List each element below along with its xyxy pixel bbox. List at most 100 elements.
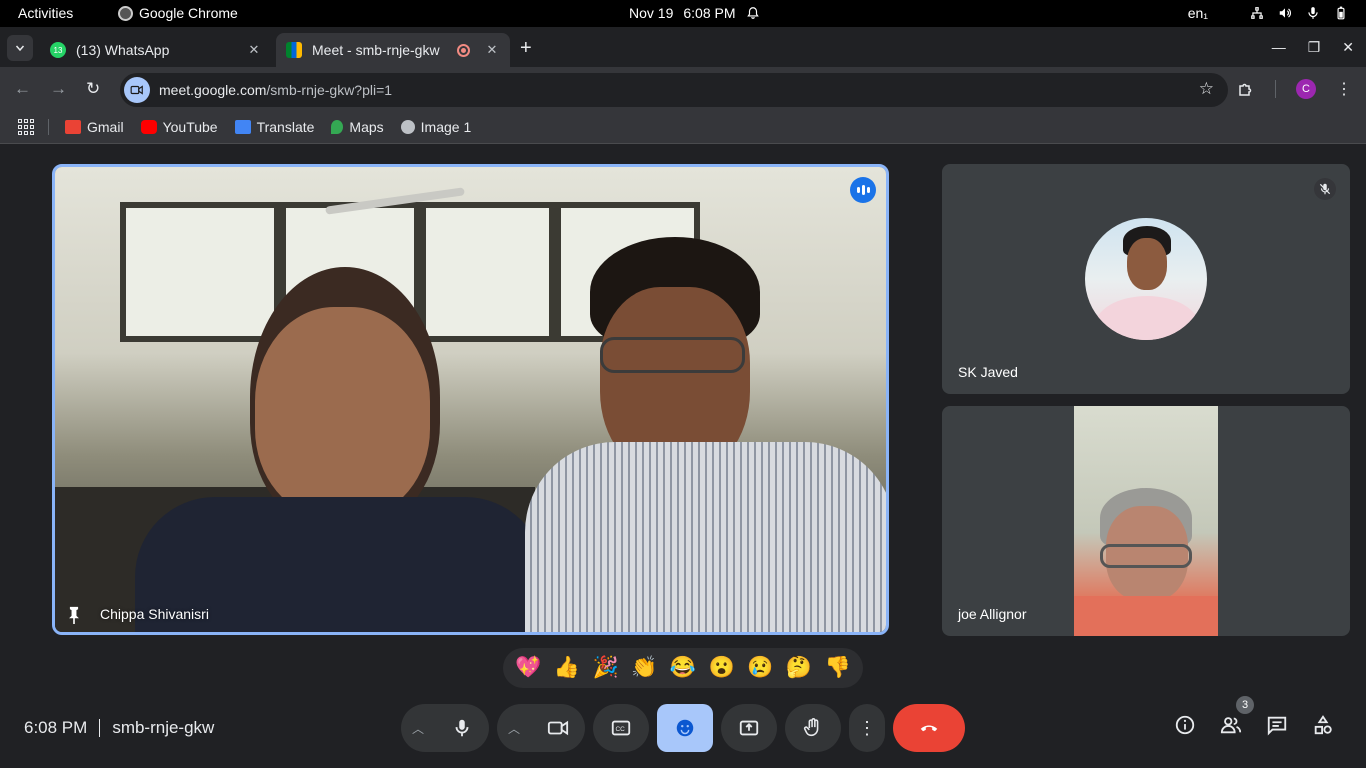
reaction-party-popper[interactable]: 🎉	[592, 656, 620, 680]
system-tray[interactable]: en₁	[1188, 5, 1348, 21]
minimize-icon[interactable]: —	[1272, 39, 1286, 56]
captions-button[interactable]: CC	[593, 704, 649, 752]
side-panel-controls	[1174, 714, 1334, 736]
volume-icon	[1279, 8, 1291, 18]
bookmark-star-icon[interactable]: ☆	[1199, 79, 1214, 99]
toolbar-divider	[1275, 80, 1276, 98]
bookmark-label: Translate	[256, 119, 315, 135]
present-button[interactable]	[721, 704, 777, 752]
reaction-clapping[interactable]: 👏	[630, 656, 658, 680]
main-video-tile[interactable]: Chippa Shivanisri	[52, 164, 889, 635]
tab-meet[interactable]: Meet - smb-rnje-gkw ✕	[276, 33, 510, 67]
tab-search-button[interactable]	[7, 35, 33, 61]
participant-silhouette	[525, 442, 886, 632]
participant-avatar	[1085, 218, 1207, 340]
reaction-crying[interactable]: 😢	[746, 656, 774, 680]
meeting-info-icon[interactable]	[1174, 714, 1196, 736]
extensions-icon[interactable]	[1237, 80, 1255, 98]
close-tab-icon[interactable]: ✕	[484, 42, 500, 58]
chevron-down-icon	[15, 45, 25, 52]
participant-tile[interactable]: SK Javed	[942, 164, 1350, 394]
reactions-button[interactable]	[657, 704, 713, 752]
youtube-icon	[140, 120, 157, 134]
site-info-icon[interactable]	[124, 77, 150, 103]
emoji-icon	[676, 719, 694, 737]
globe-icon	[400, 120, 415, 134]
reaction-sparkling-heart[interactable]: 💖	[514, 656, 542, 680]
speaking-indicator-icon	[850, 177, 876, 203]
reaction-thinking[interactable]: 🤔	[785, 656, 813, 680]
bookmark-youtube[interactable]: YouTube	[140, 119, 218, 135]
maximize-icon[interactable]: ❐	[1308, 39, 1321, 56]
recording-icon	[457, 43, 470, 57]
people-icon[interactable]	[1220, 714, 1242, 736]
apps-grid-icon[interactable]	[18, 119, 34, 135]
bookmark-label: Gmail	[87, 119, 124, 135]
close-window-icon[interactable]: ✕	[1342, 39, 1354, 56]
meeting-time: 6:08 PM	[24, 718, 88, 737]
tab-strip: 13 (13) WhatsApp ✕ Meet - smb-rnje-gkw ✕…	[0, 27, 1366, 67]
bookmark-label: YouTube	[162, 119, 218, 135]
meet-icon	[286, 42, 302, 58]
participant-video	[1074, 406, 1218, 636]
maps-icon	[331, 120, 344, 134]
network-icon	[1251, 7, 1263, 19]
reactions-bar: 💖 👍 🎉 👏 😂 😮 😢 🤔 👎	[503, 648, 863, 688]
bookmark-image-1[interactable]: Image 1	[400, 119, 472, 135]
app-menu[interactable]: Google Chrome	[118, 5, 238, 21]
tab-title: (13) WhatsApp	[76, 42, 170, 58]
activities-icon[interactable]	[1312, 714, 1334, 736]
camera-icon	[547, 720, 569, 736]
chrome-icon	[118, 5, 133, 21]
participant-tile[interactable]: joe Allignor	[942, 406, 1350, 636]
reaction-thumbs-up[interactable]: 👍	[553, 656, 581, 680]
more-vert-icon: ⋮	[858, 717, 876, 738]
bookmark-divider	[48, 119, 49, 135]
clock-date: Nov 19	[629, 5, 674, 21]
bookmark-translate[interactable]: Translate	[234, 119, 315, 135]
reaction-surprised[interactable]: 😮	[708, 656, 736, 680]
address-bar[interactable]: meet.google.com/smb-rnje-gkw?pli=1 ☆	[120, 73, 1228, 107]
reaction-laughing[interactable]: 😂	[669, 656, 697, 680]
leave-call-button[interactable]	[893, 704, 965, 752]
hand-icon	[803, 718, 819, 737]
video-options-chevron-icon[interactable]: ︿	[497, 720, 531, 737]
video-feed	[55, 167, 886, 632]
reaction-thumbs-down[interactable]: 👎	[824, 656, 852, 680]
new-tab-button[interactable]: +	[520, 37, 532, 60]
microphone-button[interactable]	[435, 704, 489, 752]
bookmark-maps[interactable]: Maps	[331, 119, 384, 135]
chat-icon[interactable]	[1266, 714, 1288, 736]
profile-avatar[interactable]: C	[1296, 79, 1316, 99]
tab-whatsapp[interactable]: 13 (13) WhatsApp ✕	[40, 33, 272, 67]
camera-button[interactable]	[531, 704, 585, 752]
participant-name: joe Allignor	[958, 606, 1027, 622]
tab-title: Meet - smb-rnje-gkw	[312, 42, 440, 58]
pin-icon[interactable]	[67, 606, 81, 624]
clock[interactable]: Nov 19 6:08 PM	[629, 5, 760, 21]
svg-text:CC: CC	[616, 726, 626, 733]
present-screen-icon	[739, 720, 759, 736]
bookmark-label: Maps	[349, 119, 384, 135]
forward-button[interactable]: →	[50, 79, 67, 99]
more-options-button[interactable]: ⋮	[849, 704, 885, 752]
audio-options-chevron-icon[interactable]: ︿	[401, 720, 435, 737]
url-text: meet.google.com/smb-rnje-gkw?pli=1	[159, 82, 392, 98]
bookmark-label: Image 1	[420, 119, 472, 135]
mic-off-icon	[1314, 178, 1336, 200]
activities-button[interactable]: Activities	[18, 5, 73, 21]
reload-button[interactable]: ↻	[86, 79, 100, 99]
camera-control: ︿	[497, 704, 585, 752]
raise-hand-button[interactable]	[785, 704, 841, 752]
bell-icon	[746, 7, 759, 19]
chrome-menu-icon[interactable]: ⋮	[1336, 79, 1352, 99]
input-language[interactable]: en₁	[1188, 5, 1208, 21]
url-path: /smb-rnje-gkw?pli=1	[266, 82, 393, 98]
close-tab-icon[interactable]: ✕	[246, 42, 262, 58]
participant-name: Chippa Shivanisri	[100, 606, 209, 622]
back-button[interactable]: ←	[14, 79, 31, 99]
clock-time: 6:08 PM	[683, 5, 736, 21]
system-top-bar: Activities Google Chrome Nov 19 6:08 PM …	[0, 0, 1366, 27]
whatsapp-icon: 13	[50, 42, 66, 58]
bookmark-gmail[interactable]: Gmail	[65, 119, 124, 135]
